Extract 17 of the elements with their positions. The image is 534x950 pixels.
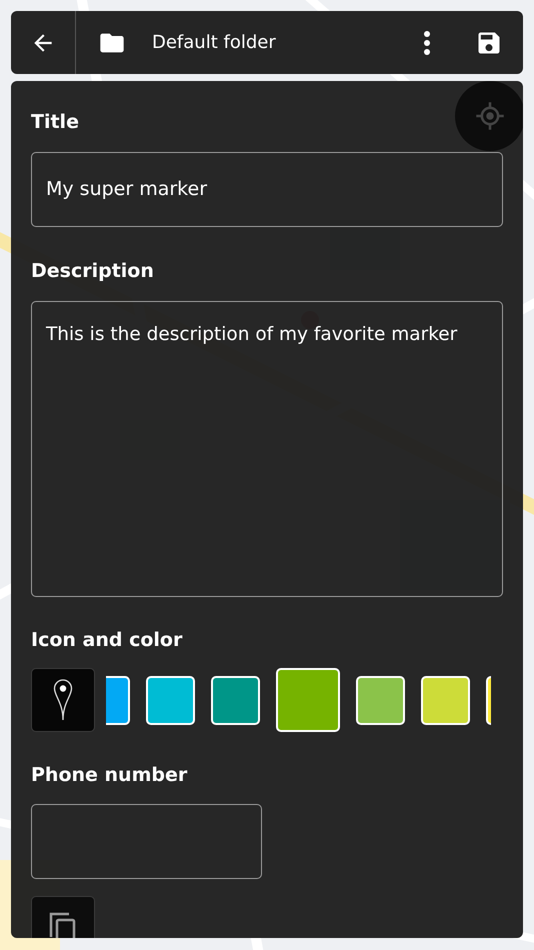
field-label: Phone number bbox=[31, 763, 188, 788]
color-swatch[interactable] bbox=[146, 676, 195, 724]
color-swatch[interactable] bbox=[421, 676, 470, 724]
map-pin-icon bbox=[53, 679, 73, 721]
color-swatch[interactable] bbox=[356, 676, 405, 724]
icon-picker-button[interactable] bbox=[31, 668, 95, 732]
color-swatch[interactable] bbox=[276, 668, 340, 732]
field-label: Icon and color bbox=[31, 628, 182, 653]
crosshair-icon bbox=[475, 101, 505, 131]
title-field[interactable]: My super marker bbox=[31, 152, 503, 227]
more-vertical-icon bbox=[423, 30, 431, 56]
field-label: Description bbox=[31, 259, 154, 284]
description-field[interactable]: This is the description of my favorite marker bbox=[31, 301, 503, 597]
color-swatch[interactable] bbox=[211, 676, 260, 724]
phone-number-field[interactable] bbox=[31, 804, 262, 879]
field-label: Title bbox=[31, 110, 79, 135]
folder-name: Default folder bbox=[152, 32, 277, 53]
